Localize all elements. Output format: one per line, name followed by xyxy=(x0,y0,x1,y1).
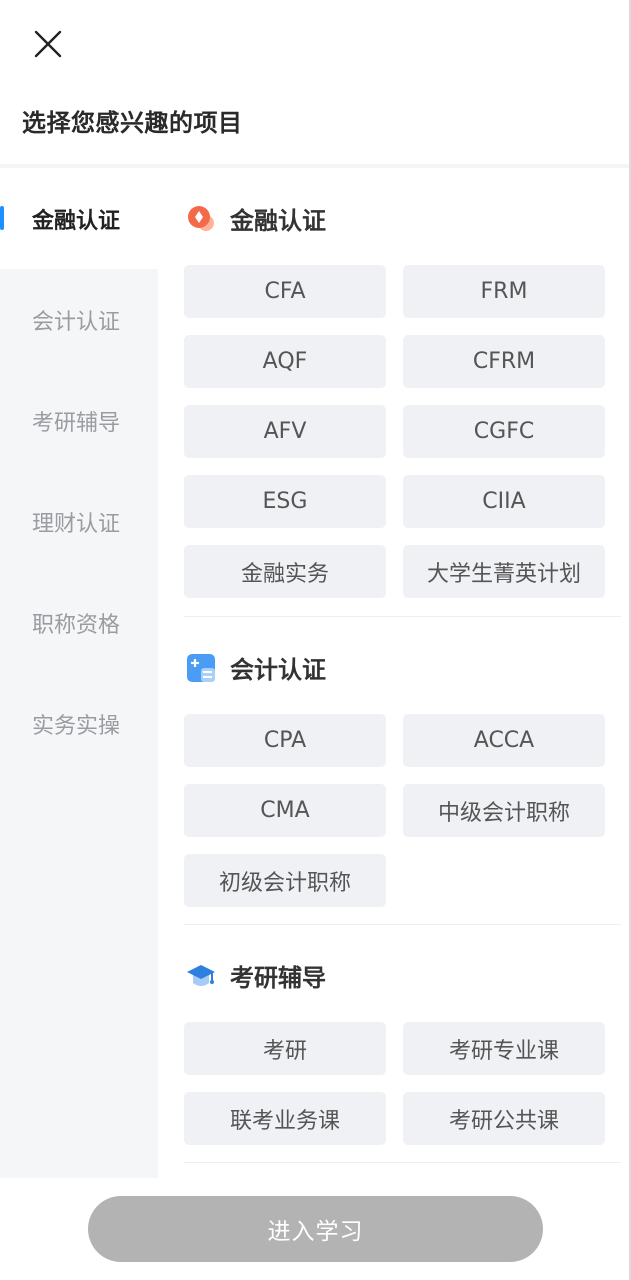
project-chip[interactable]: FRM xyxy=(403,265,605,318)
project-chip[interactable]: CMA xyxy=(184,784,386,837)
project-chip[interactable]: CIIA xyxy=(403,475,605,528)
active-indicator xyxy=(0,206,4,230)
start-learning-label: 进入学习 xyxy=(267,1219,364,1245)
chip-label: 初级会计职称 xyxy=(218,870,351,896)
close-icon xyxy=(34,30,62,58)
chip-label: CMA xyxy=(260,798,310,823)
page-title: 选择您感兴趣的项目 xyxy=(22,109,243,137)
chip-label: AFV xyxy=(263,419,307,444)
chip-label: 大学生菁英计划 xyxy=(426,561,581,587)
project-chip[interactable]: CPA xyxy=(184,714,386,767)
chip-label: CPA xyxy=(263,728,307,753)
section-title-accounting: 会计认证 xyxy=(186,650,326,685)
sidebar-item-label: 考研辅导 xyxy=(32,410,121,436)
project-chip[interactable]: AFV xyxy=(184,405,386,458)
chip-label: FRM xyxy=(480,279,528,304)
chip-label: 考研 xyxy=(262,1038,307,1064)
section-title-finance: 金融认证 xyxy=(186,201,326,236)
sidebar-item-label: 实务实操 xyxy=(32,713,121,739)
chip-label: CGFC xyxy=(473,419,535,444)
accounting-icon xyxy=(186,653,216,683)
section-title-text: 考研辅导 xyxy=(230,964,326,992)
project-chip[interactable]: 中级会计职称 xyxy=(403,784,605,837)
chip-label: 金融实务 xyxy=(240,561,329,587)
chip-label: 考研专业课 xyxy=(448,1038,559,1064)
project-list[interactable]: 金融认证 CFA FRM AQF CFRM AFV CGFC ESG CIIA … xyxy=(158,168,629,1178)
chip-label: 中级会计职称 xyxy=(437,800,570,826)
chip-label: CIIA xyxy=(482,489,526,514)
chip-label: ESG xyxy=(262,489,308,514)
graduation-cap-icon xyxy=(186,961,216,991)
chip-label: 联考业务课 xyxy=(229,1108,340,1134)
project-chip[interactable]: ESG xyxy=(184,475,386,528)
sidebar-item-practice[interactable]: 实务实操 xyxy=(0,673,158,774)
project-chip[interactable]: CGFC xyxy=(403,405,605,458)
sidebar: 金融认证 会计认证 考研辅导 理财认证 职称资格 实务实操 xyxy=(0,168,158,1178)
sidebar-item-label: 会计认证 xyxy=(32,309,121,335)
sidebar-item-wealth[interactable]: 理财认证 xyxy=(0,471,158,572)
sidebar-item-accounting[interactable]: 会计认证 xyxy=(0,269,158,370)
sidebar-item-finance[interactable]: 金融认证 xyxy=(0,168,158,269)
section-divider xyxy=(184,1162,621,1163)
project-chip[interactable]: 考研 xyxy=(184,1022,386,1075)
project-chip[interactable]: AQF xyxy=(184,335,386,388)
chip-label: CFRM xyxy=(472,349,536,374)
sidebar-item-postgrad[interactable]: 考研辅导 xyxy=(0,370,158,471)
sidebar-item-label: 金融认证 xyxy=(32,208,121,234)
sidebar-item-label: 理财认证 xyxy=(32,511,121,537)
close-button[interactable] xyxy=(30,26,66,62)
section-divider xyxy=(184,924,621,925)
section-title-text: 会计认证 xyxy=(230,656,326,684)
project-chip[interactable]: 初级会计职称 xyxy=(184,854,386,907)
section-title-postgrad: 考研辅导 xyxy=(186,958,326,993)
chip-label: AQF xyxy=(262,349,308,374)
project-chip[interactable]: 大学生菁英计划 xyxy=(403,545,605,598)
project-chip[interactable]: CFRM xyxy=(403,335,605,388)
sidebar-item-title-qualification[interactable]: 职称资格 xyxy=(0,572,158,673)
project-chip[interactable]: ACCA xyxy=(403,714,605,767)
chip-label: 考研公共课 xyxy=(448,1108,559,1134)
project-chip[interactable]: 联考业务课 xyxy=(184,1092,386,1145)
chip-label: CFA xyxy=(264,279,306,304)
sidebar-item-label: 职称资格 xyxy=(32,612,121,638)
project-chip[interactable]: CFA xyxy=(184,265,386,318)
chip-label: ACCA xyxy=(473,728,535,753)
project-chip[interactable]: 考研公共课 xyxy=(403,1092,605,1145)
start-learning-button[interactable]: 进入学习 xyxy=(88,1196,543,1262)
section-divider xyxy=(184,616,621,617)
section-title-text: 金融认证 xyxy=(230,207,326,235)
project-chip[interactable]: 考研专业课 xyxy=(403,1022,605,1075)
project-chip[interactable]: 金融实务 xyxy=(184,545,386,598)
finance-icon xyxy=(186,204,216,234)
